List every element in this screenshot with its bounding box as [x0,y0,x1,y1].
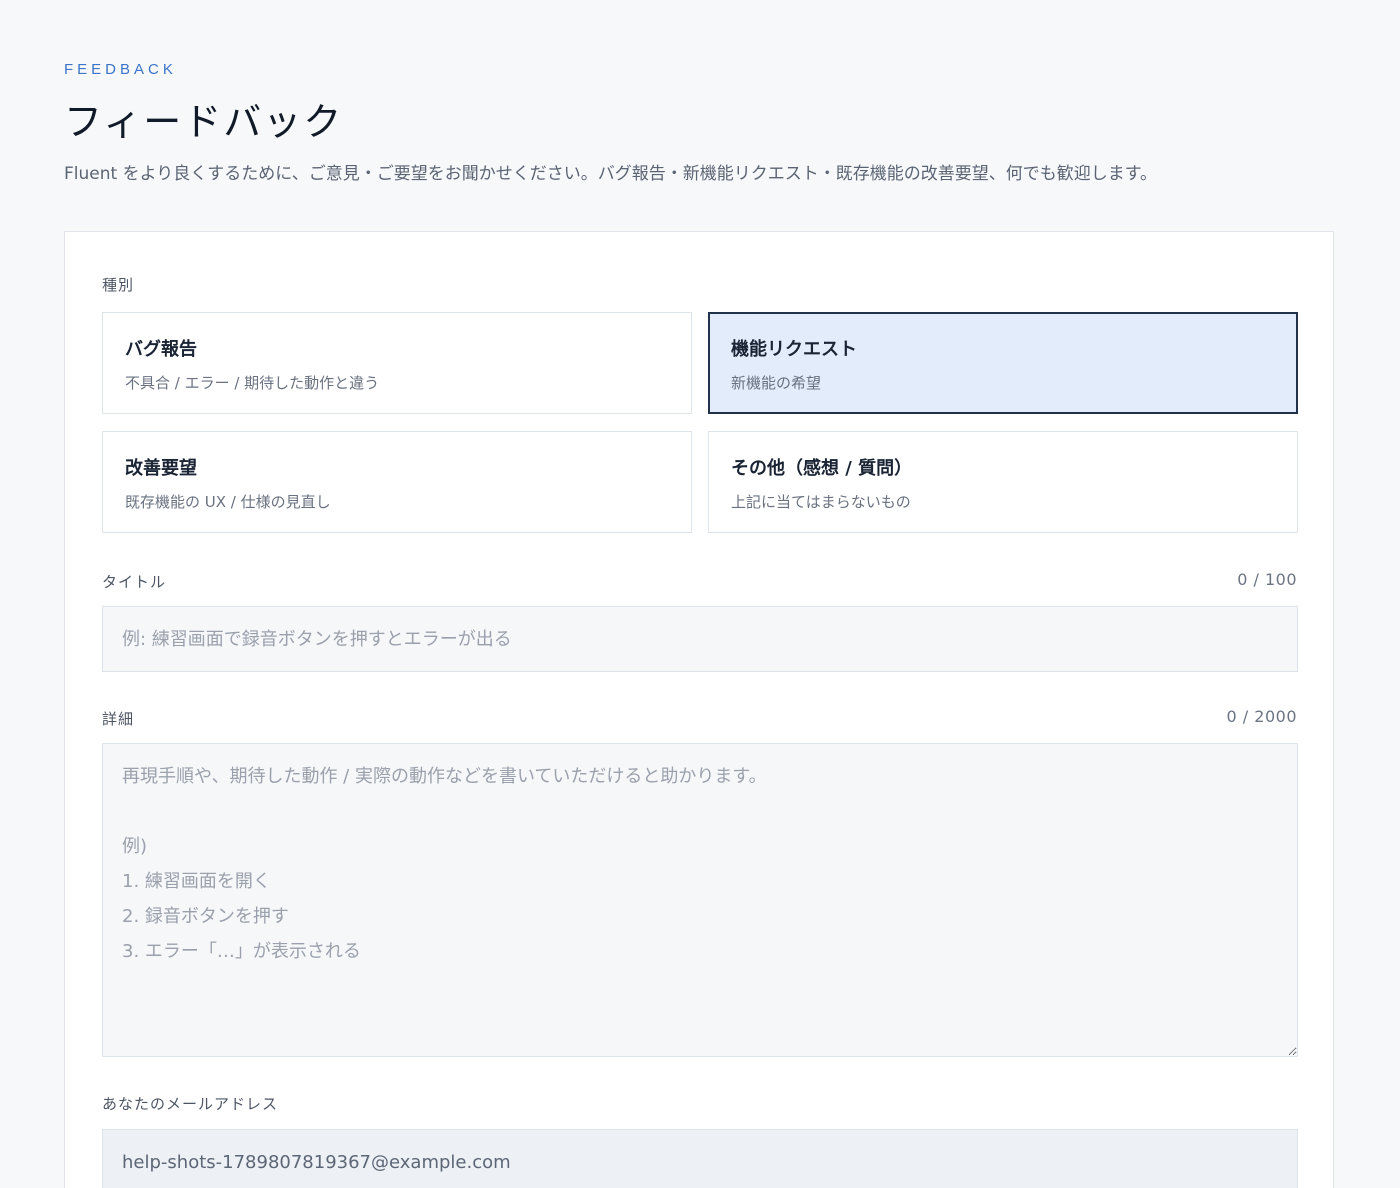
type-option-title: 機能リクエスト [731,339,857,360]
type-option-other[interactable]: その他（感想 / 質問） 上記に当てはまらないもの [708,431,1298,533]
type-option-title: その他（感想 / 質問） [731,458,913,479]
email-label: あなたのメールアドレス [102,1095,279,1113]
email-input[interactable] [102,1129,1298,1188]
type-option-feature-request[interactable]: 機能リクエスト 新機能の希望 [708,312,1298,414]
detail-textarea[interactable] [102,743,1298,1057]
title-input[interactable] [102,606,1298,672]
detail-label: 詳細 [102,710,135,728]
page-intro: Fluent をより良くするために、ご意見・ご要望をお聞かせください。バグ報告・… [64,164,1158,184]
feedback-form: 種別 バグ報告 不具合 / エラー / 期待した動作と違う 機能リクエスト 新機… [64,231,1334,1188]
page-eyebrow: FEEDBACK [64,61,177,78]
feedback-page: FEEDBACK フィードバック Fluent をより良くするために、ご意見・ご… [0,0,1400,1188]
title-char-counter: 0 / 100 [1237,570,1297,589]
type-option-description: 不具合 / エラー / 期待した動作と違う [125,374,380,392]
type-label: 種別 [102,276,135,294]
type-option-description: 新機能の希望 [731,374,822,392]
type-option-title: 改善要望 [125,458,197,479]
detail-char-counter: 0 / 2000 [1226,707,1297,726]
page-title: フィードバック [64,100,344,144]
type-option-bug[interactable]: バグ報告 不具合 / エラー / 期待した動作と違う [102,312,692,414]
title-label: タイトル [102,573,167,591]
type-option-title: バグ報告 [125,339,197,360]
type-option-description: 上記に当てはまらないもの [731,493,911,511]
type-option-improvement[interactable]: 改善要望 既存機能の UX / 仕様の見直し [102,431,692,533]
type-option-description: 既存機能の UX / 仕様の見直し [125,493,331,511]
